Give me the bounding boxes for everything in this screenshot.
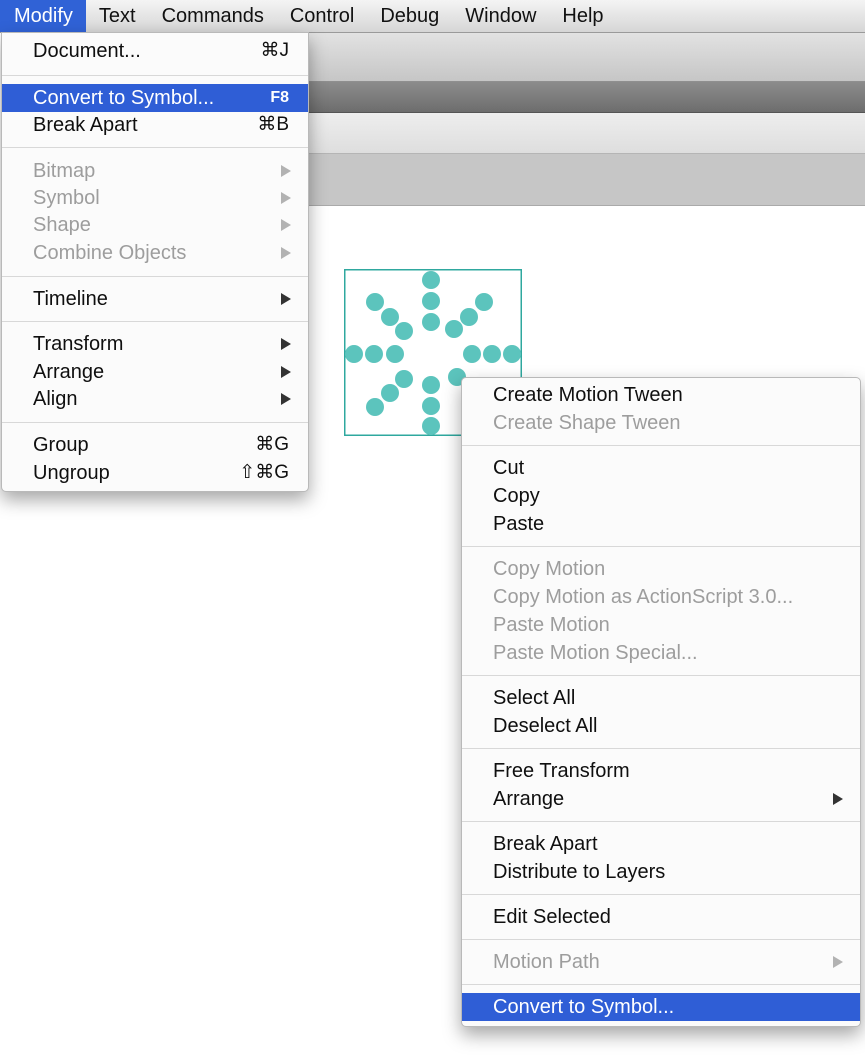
ctx-item-distribute-to-layers[interactable]: Distribute to Layers [462, 858, 860, 886]
menu-separator [2, 276, 308, 277]
ctx-item-break-apart[interactable]: Break Apart [462, 830, 860, 858]
ctx-item-copy-motion[interactable]: Copy Motion [462, 555, 860, 583]
menu-item-shape[interactable]: Shape [2, 211, 308, 239]
menu-separator [2, 147, 308, 148]
shortcut-label: ⇧⌘G [239, 462, 289, 483]
modify-menu: Document... ⌘J Convert to Symbol... F8 B… [1, 32, 309, 492]
menu-modify[interactable]: Modify [0, 0, 86, 32]
ctx-item-free-transform[interactable]: Free Transform [462, 757, 860, 785]
menu-item-bitmap[interactable]: Bitmap [2, 157, 308, 185]
menu-help[interactable]: Help [549, 0, 616, 32]
menu-item-ungroup[interactable]: Ungroup ⇧⌘G [2, 459, 308, 487]
menu-separator [462, 675, 860, 676]
menu-item-label: Document... [33, 40, 141, 62]
menu-commands[interactable]: Commands [149, 0, 277, 32]
submenu-arrow-icon [281, 338, 291, 350]
menu-item-label: Combine Objects [33, 242, 187, 264]
menu-item-group[interactable]: Group ⌘G [2, 431, 308, 459]
menu-separator [462, 445, 860, 446]
menu-item-label: Bitmap [33, 160, 96, 182]
menu-item-label: Break Apart [33, 114, 138, 136]
menu-item-label: Symbol [33, 187, 100, 209]
ctx-item-create-shape-tween[interactable]: Create Shape Tween [462, 409, 860, 437]
submenu-arrow-icon [281, 293, 291, 305]
ctx-item-create-motion-tween[interactable]: Create Motion Tween [462, 381, 860, 409]
menu-separator [2, 422, 308, 423]
submenu-arrow-icon [833, 956, 843, 968]
shortcut-label: ⌘B [257, 114, 289, 135]
menu-debug[interactable]: Debug [367, 0, 452, 32]
app-toolbar [308, 33, 865, 82]
menu-item-label: Timeline [33, 288, 108, 310]
menu-item-align[interactable]: Align [2, 385, 308, 413]
menu-bar: Modify Text Commands Control Debug Windo… [0, 0, 865, 33]
menu-item-break-apart[interactable]: Break Apart ⌘B [2, 111, 308, 139]
menu-item-label: Group [33, 434, 89, 456]
ctx-item-copy[interactable]: Copy [462, 482, 860, 510]
menu-separator [2, 75, 308, 76]
ctx-item-deselect-all[interactable]: Deselect All [462, 712, 860, 740]
menu-item-label: Align [33, 388, 78, 410]
submenu-arrow-icon [281, 219, 291, 231]
ctx-item-paste[interactable]: Paste [462, 510, 860, 538]
menu-separator [462, 939, 860, 940]
ctx-item-edit-selected[interactable]: Edit Selected [462, 903, 860, 931]
ctx-item-convert-to-symbol[interactable]: Convert to Symbol... [462, 993, 860, 1021]
document-title-bar [308, 82, 865, 113]
menu-item-timeline[interactable]: Timeline [2, 285, 308, 313]
timeline-strip [308, 154, 865, 206]
menu-item-label: Arrange [33, 361, 105, 383]
menu-item-convert-to-symbol[interactable]: Convert to Symbol... F8 [2, 84, 308, 112]
menu-item-label: Motion Path [493, 951, 600, 973]
menu-item-label: Ungroup [33, 462, 110, 484]
menu-separator [462, 894, 860, 895]
submenu-arrow-icon [281, 192, 291, 204]
menu-separator [462, 984, 860, 985]
shortcut-label: ⌘G [255, 434, 289, 455]
menu-item-label: Transform [33, 333, 124, 355]
shortcut-label: F8 [270, 89, 289, 106]
submenu-arrow-icon [833, 793, 843, 805]
menu-separator [462, 546, 860, 547]
submenu-arrow-icon [281, 366, 291, 378]
ctx-item-paste-motion-special[interactable]: Paste Motion Special... [462, 639, 860, 667]
menu-item-label: Arrange [493, 788, 565, 810]
menu-item-label: Convert to Symbol... [33, 87, 215, 109]
menu-item-symbol[interactable]: Symbol [2, 184, 308, 212]
menu-item-combine-objects[interactable]: Combine Objects [2, 239, 308, 267]
ctx-item-select-all[interactable]: Select All [462, 684, 860, 712]
ctx-item-arrange[interactable]: Arrange [462, 785, 860, 813]
ctx-item-motion-path[interactable]: Motion Path [462, 948, 860, 976]
shortcut-label: ⌘J [260, 40, 290, 61]
submenu-arrow-icon [281, 393, 291, 405]
menu-item-label: Shape [33, 214, 91, 236]
menu-separator [462, 821, 860, 822]
submenu-arrow-icon [281, 247, 291, 259]
edit-bar [308, 113, 865, 154]
submenu-arrow-icon [281, 165, 291, 177]
menu-item-transform[interactable]: Transform [2, 330, 308, 358]
menu-item-arrange[interactable]: Arrange [2, 358, 308, 386]
menu-separator [2, 321, 308, 322]
menu-text[interactable]: Text [86, 0, 149, 32]
menu-control[interactable]: Control [277, 0, 367, 32]
context-menu: Create Motion Tween Create Shape Tween C… [461, 377, 861, 1027]
menu-separator [462, 748, 860, 749]
ctx-item-copy-motion-as3[interactable]: Copy Motion as ActionScript 3.0... [462, 583, 860, 611]
menu-window[interactable]: Window [452, 0, 549, 32]
ctx-item-paste-motion[interactable]: Paste Motion [462, 611, 860, 639]
ctx-item-cut[interactable]: Cut [462, 454, 860, 482]
menu-item-document[interactable]: Document... ⌘J [2, 37, 308, 65]
